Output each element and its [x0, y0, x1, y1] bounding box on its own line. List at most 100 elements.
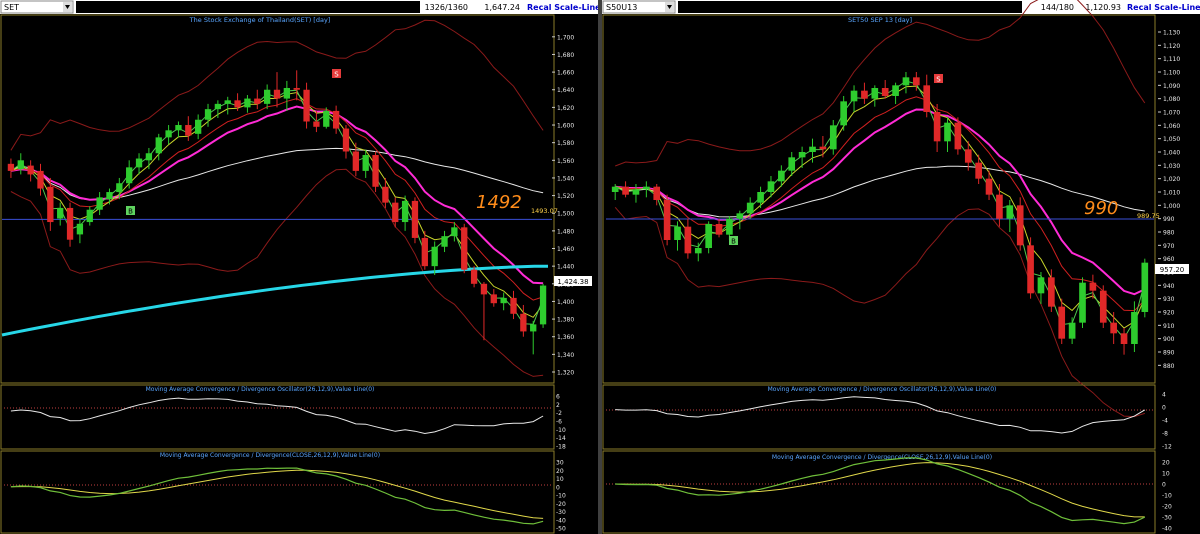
- candle-body: [653, 186, 661, 200]
- candle-body: [788, 157, 796, 171]
- candle-body: [7, 163, 15, 171]
- candle-body: [254, 98, 261, 104]
- candle-body: [1110, 322, 1117, 334]
- y-tick-label: 1,360: [557, 334, 574, 341]
- y-tick-label: 990: [1163, 216, 1175, 223]
- y-tick-label: 910: [1163, 323, 1175, 330]
- y-tick-label: 960: [1163, 256, 1175, 263]
- candle-body: [382, 186, 389, 203]
- candle-body: [1068, 322, 1076, 339]
- y-tick-label: 1,520: [557, 193, 574, 200]
- candle-body: [726, 218, 733, 235]
- y-tick-label: 1,660: [557, 70, 574, 77]
- candle-body: [27, 165, 34, 175]
- candle-body: [1099, 290, 1107, 323]
- candle-body: [323, 110, 330, 127]
- candle-body: [451, 227, 458, 237]
- y-tick-label: 1,100: [1163, 70, 1180, 77]
- osc-tick-label: 0: [1162, 405, 1166, 412]
- y-tick-label: 890: [1163, 350, 1175, 357]
- osc-tick-label: -4: [1162, 418, 1168, 425]
- y-tick-label: 1,070: [1163, 110, 1180, 117]
- macd-tick-label: -40: [1162, 526, 1172, 533]
- candle-body: [204, 109, 212, 120]
- candle-body: [362, 155, 369, 171]
- left-sell-marker-text: S: [334, 71, 339, 79]
- candle-body: [767, 181, 775, 192]
- osc-tick-label: -2: [556, 410, 562, 417]
- candle-body: [715, 224, 723, 235]
- macd-tick-label: -50: [556, 526, 566, 533]
- candle-body: [705, 224, 712, 248]
- y-tick-label: 1,090: [1163, 83, 1180, 90]
- candle-body: [1079, 282, 1086, 323]
- right-sell-marker-text: S: [936, 76, 941, 84]
- candle-body: [470, 269, 478, 284]
- candle-body: [17, 160, 24, 170]
- candle-body: [57, 207, 64, 219]
- candle-body: [145, 153, 153, 161]
- candle-body: [798, 152, 806, 158]
- y-tick-label: 1,580: [557, 140, 574, 147]
- candle-body: [840, 101, 847, 126]
- y-tick-label: 1,320: [557, 370, 574, 377]
- y-tick-label: 880: [1163, 363, 1175, 370]
- right-y-axis: 1,130 1,120 1,110 1,100 1,090 1,080 1,070 1,060…: [1158, 30, 1180, 370]
- candle-body: [195, 119, 202, 134]
- candle-body: [809, 146, 816, 152]
- right-recal-scale-button[interactable]: Recal Scale-Linear: [1127, 3, 1200, 12]
- candle-body: [303, 89, 310, 122]
- osc-tick-label: -12: [1162, 444, 1172, 451]
- osc-tick-label: -6: [556, 419, 562, 426]
- candle-body: [985, 178, 993, 195]
- candle-body: [902, 77, 910, 86]
- macd-tick-label: 10: [1162, 471, 1170, 478]
- macd-tick-label: 0: [556, 484, 560, 491]
- macd-tick-label: -40: [556, 517, 566, 524]
- candle-body: [500, 297, 507, 304]
- candle-body: [861, 90, 868, 99]
- candle-body: [126, 167, 133, 184]
- candle-body: [185, 125, 192, 136]
- candle-body: [632, 189, 640, 195]
- left-osc-title: Moving Average Convergence / Divergence …: [146, 386, 375, 393]
- candle-body: [933, 112, 941, 142]
- osc-tick-label: 6: [556, 394, 560, 401]
- candle-body: [372, 155, 379, 187]
- candle-body: [421, 237, 428, 267]
- candle-body: [37, 170, 44, 189]
- left-recal-scale-button[interactable]: Recal Scale-Linear: [527, 3, 610, 12]
- candle-body: [964, 149, 972, 163]
- candle-body: [1016, 205, 1024, 246]
- ma-magenta-line: [615, 108, 1146, 296]
- left-main-title: The Stock Exchange of Thailand(SET) [day…: [189, 16, 331, 24]
- candle-body: [135, 158, 143, 168]
- candle-body: [411, 200, 419, 238]
- y-tick-label: 1,020: [1163, 176, 1180, 183]
- candle-body: [923, 85, 931, 112]
- y-tick-label: 970: [1163, 243, 1175, 250]
- candle-body: [539, 285, 547, 325]
- right-macd-axis: 20 10 0 -10 -20 -30 -40: [1162, 460, 1172, 533]
- candle-body: [510, 297, 517, 314]
- candle-body: [643, 186, 650, 190]
- macd-tick-label: 10: [556, 476, 564, 483]
- right-macd-line: [615, 457, 1146, 525]
- left-last-price-label: 1,424.38: [557, 278, 588, 286]
- osc-tick-label: -8: [1162, 431, 1168, 438]
- candle-body: [313, 121, 320, 127]
- candle-body: [1141, 262, 1149, 312]
- candle-body: [871, 88, 879, 99]
- candle-body: [1131, 312, 1138, 344]
- candle-body: [283, 87, 291, 99]
- osc-tick-label: -14: [556, 435, 566, 442]
- chart-window: SET 1326/1360 1,647.24 Recal Scale-Linea…: [0, 0, 1200, 534]
- y-tick-label: 1,480: [557, 228, 574, 235]
- right-last-value: 1,120.93: [1085, 3, 1121, 12]
- left-hline-label: 1493.07: [531, 207, 558, 215]
- candle-body: [663, 200, 671, 240]
- y-tick-label: 1,460: [557, 246, 574, 253]
- y-tick-label: 1,080: [1163, 96, 1180, 103]
- candle-body: [234, 100, 241, 108]
- y-tick-label: 1,000: [1163, 203, 1180, 210]
